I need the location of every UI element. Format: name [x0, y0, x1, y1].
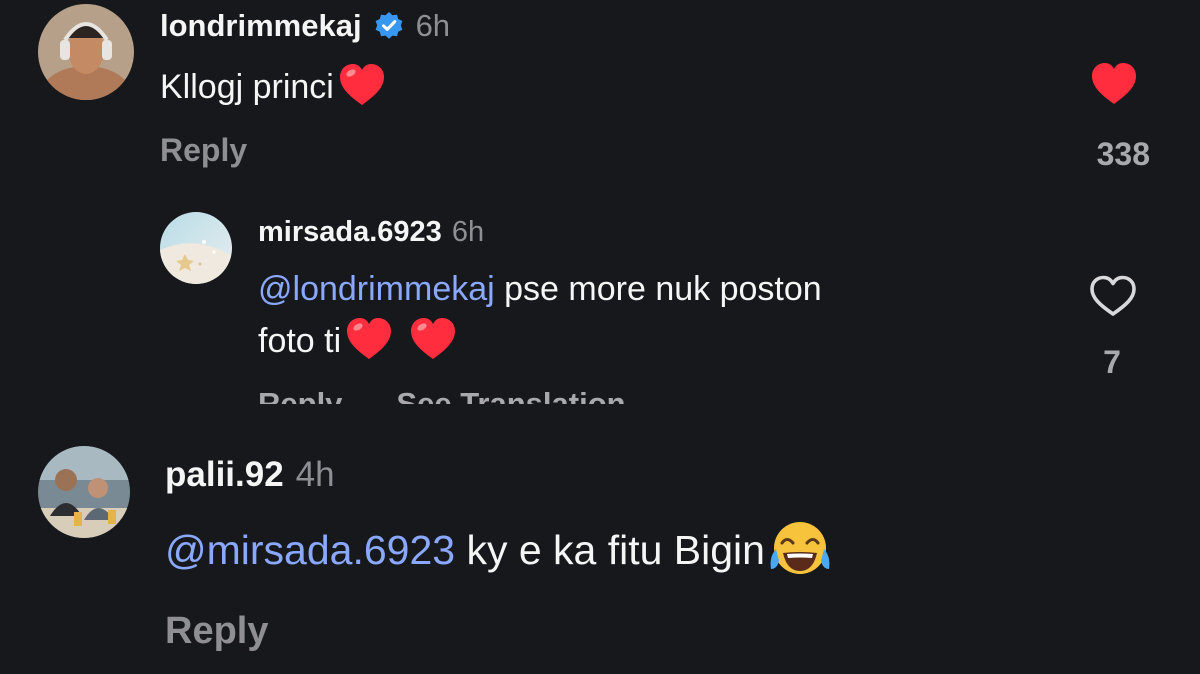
comment-body: ky e ka fitu Bigin — [455, 526, 765, 573]
reply-text-line2: foto ti — [258, 316, 457, 366]
reply-text-line1: @londrimmekaj pse more nuk poston — [258, 270, 822, 309]
mention-link[interactable]: @londrimmekaj — [258, 270, 495, 308]
mention-link[interactable]: @mirsada.6923 — [165, 527, 455, 573]
timestamp: 6h — [451, 215, 485, 248]
comment-body: Kllogj princi — [160, 67, 334, 106]
like-count: 338 — [1096, 136, 1150, 172]
avatar-photo — [38, 446, 130, 538]
comment-text: Kllogj princi — [160, 62, 386, 112]
reply-header: mirsada.6923 6h — [258, 214, 484, 250]
tears-of-joy-emoji — [767, 519, 833, 581]
see-translation-button[interactable]: See Translation — [396, 388, 625, 404]
like-count: 7 — [1103, 344, 1121, 380]
avatar-photo — [38, 4, 134, 100]
reply-button[interactable]: Reply — [160, 132, 247, 169]
verified-badge-icon — [374, 11, 404, 41]
like-button[interactable] — [1088, 274, 1138, 318]
timestamp: 6h — [415, 8, 451, 43]
username[interactable]: mirsada.6923 — [258, 216, 442, 249]
comment-body-line1: pse more nuk poston — [494, 270, 822, 308]
avatar-mirsada[interactable] — [160, 212, 232, 284]
heart-outline-icon — [1090, 275, 1136, 316]
heart-filled-icon — [1092, 63, 1136, 104]
timestamp: 4h — [295, 455, 335, 494]
comment-header: londrimmekaj 6h — [160, 6, 450, 46]
username[interactable]: londrimmekaj — [160, 8, 362, 44]
comment-text: @mirsada.6923 ky e ka fitu Bigin — [165, 520, 833, 580]
comment-body-line2: foto ti — [258, 321, 342, 360]
username[interactable]: palii.92 — [165, 455, 284, 495]
reply-button[interactable]: Reply — [258, 388, 342, 404]
comment-header: palii.92 4h — [165, 454, 335, 496]
reply-actions: Reply See Translation — [258, 380, 778, 404]
like-button[interactable] — [1090, 62, 1138, 106]
red-heart-emoji — [345, 317, 393, 366]
reply-button[interactable]: Reply — [165, 610, 268, 653]
avatar-photo — [160, 212, 232, 284]
red-heart-emoji — [409, 317, 457, 366]
avatar-londrimmekaj[interactable] — [38, 4, 134, 100]
avatar-palii[interactable] — [38, 446, 130, 538]
red-heart-emoji — [338, 63, 386, 112]
